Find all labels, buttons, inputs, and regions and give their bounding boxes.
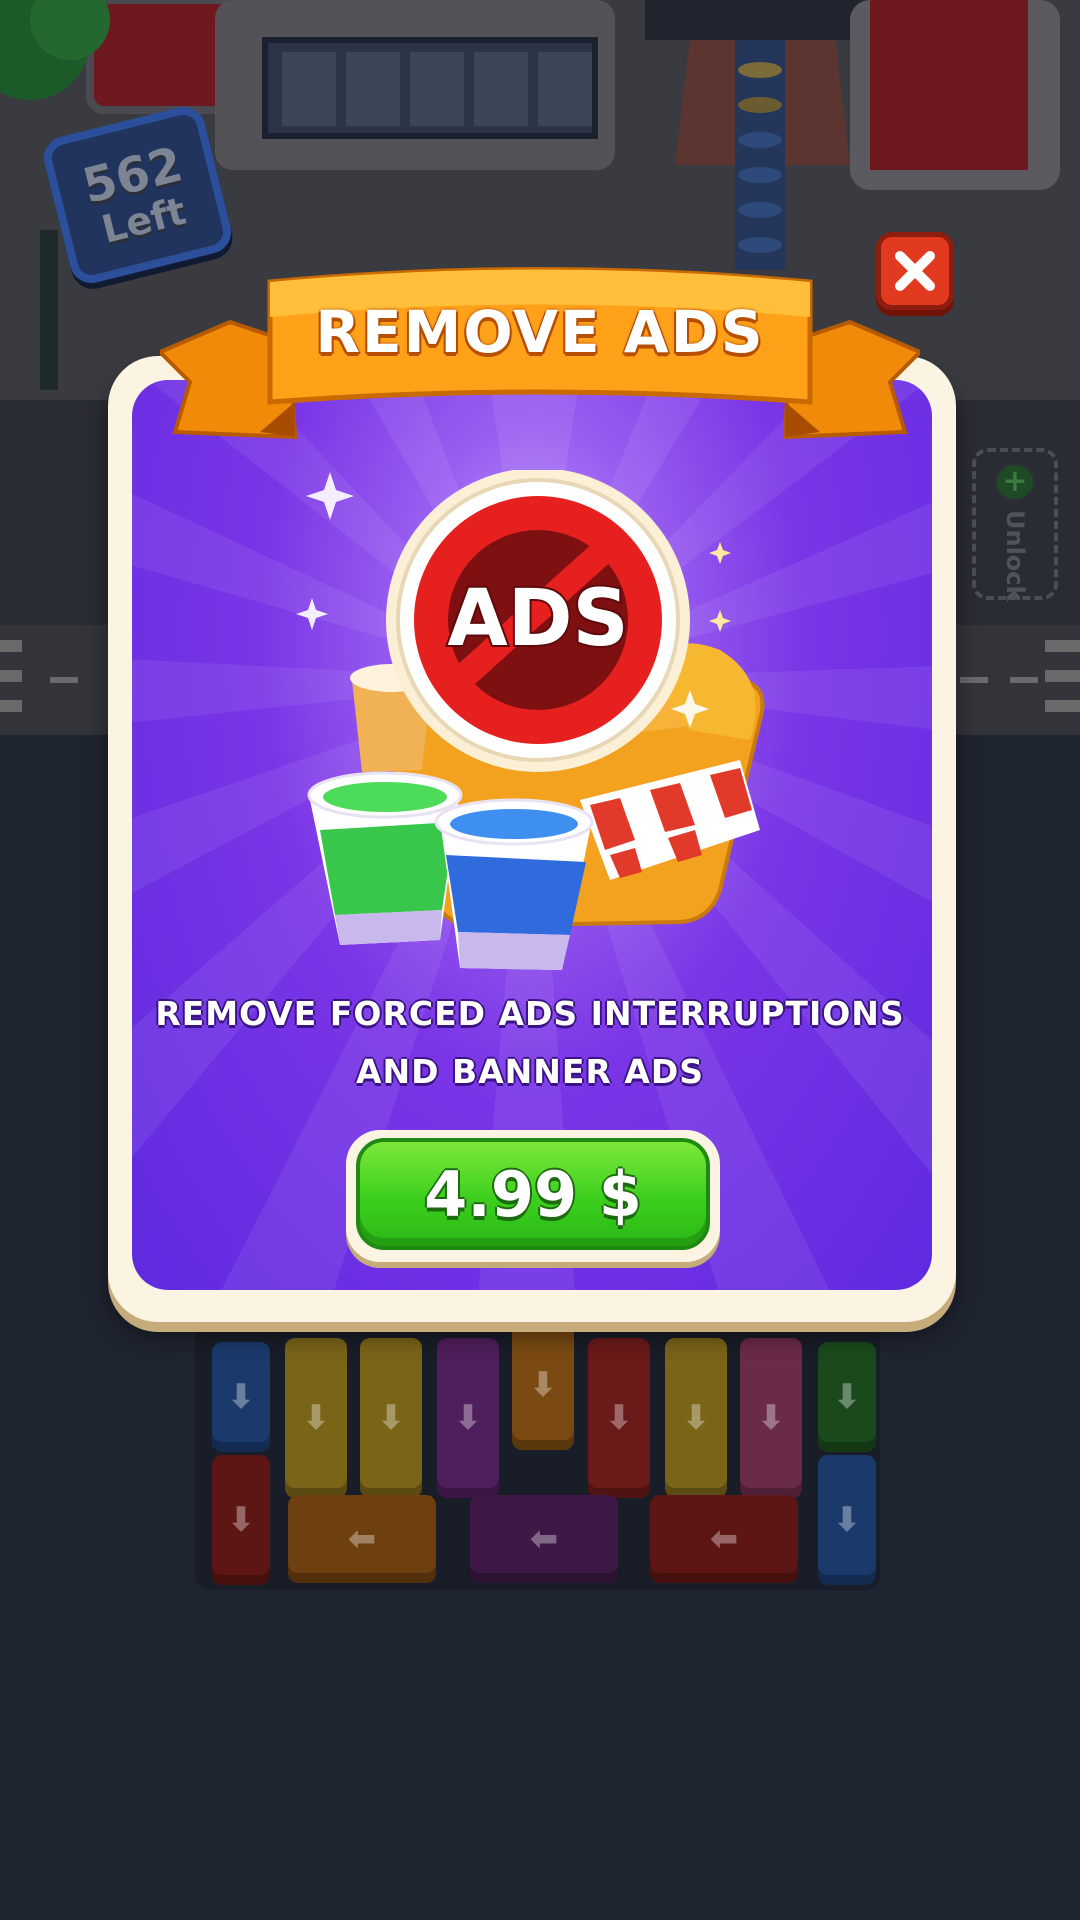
description-line-2: AND BANNER ADS (355, 1052, 705, 1091)
arrow-down-icon: ⬇ (453, 1398, 483, 1438)
price-button-frame: 4.99 $ (346, 1130, 720, 1262)
arrow-left-icon: ⬅ (347, 1519, 377, 1559)
arrow-left-icon: ⬅ (709, 1519, 739, 1559)
unlock-slot[interactable]: + Unlock (972, 448, 1058, 602)
car-block-yellow[interactable]: ⬇ (665, 1338, 727, 1498)
car-block-yellow[interactable]: ⬇ (285, 1338, 347, 1498)
ads-badge-text: ADS (447, 574, 628, 664)
arrow-down-icon: ⬇ (756, 1398, 786, 1438)
close-button[interactable] (876, 232, 954, 310)
car-block-red[interactable]: ⬇ (212, 1455, 270, 1585)
car-block-orange[interactable]: ⬅ (288, 1495, 436, 1583)
arrow-down-icon: ⬇ (376, 1398, 406, 1438)
car-block-pink[interactable]: ⬇ (740, 1338, 802, 1498)
unlock-label: Unlock (1001, 510, 1029, 602)
title-ribbon: REMOVE ADS (160, 262, 920, 452)
car-block-red[interactable]: ⬅ (650, 1495, 798, 1583)
car-block-orange[interactable]: ⬇ (512, 1320, 574, 1450)
dialog-description: REMOVE FORCED ADS INTERRUPTIONS AND BANN… (130, 985, 930, 1101)
car-block-blue[interactable]: ⬇ (818, 1455, 876, 1585)
no-ads-icon: ADS (386, 468, 690, 772)
car-block-blue[interactable]: ⬇ (212, 1342, 270, 1452)
arrow-down-icon: ⬇ (832, 1500, 862, 1540)
arrow-down-icon: ⬇ (301, 1398, 331, 1438)
car-block-green[interactable]: ⬇ (818, 1342, 876, 1452)
dialog-title: REMOVE ADS (315, 298, 765, 366)
purchase-button[interactable]: 4.99 $ (356, 1138, 710, 1250)
description-line-1: REMOVE FORCED ADS INTERRUPTIONS (155, 994, 905, 1033)
arrow-down-icon: ⬇ (226, 1377, 256, 1417)
arrow-down-icon: ⬇ (528, 1365, 558, 1405)
car-block-purple[interactable]: ⬅ (470, 1495, 618, 1583)
close-icon (895, 251, 935, 291)
arrow-down-icon: ⬇ (226, 1500, 256, 1540)
plus-icon: + (994, 462, 1036, 502)
car-block-purple[interactable]: ⬇ (437, 1338, 499, 1498)
arrow-left-icon: ⬅ (529, 1519, 559, 1559)
price-label: 4.99 $ (424, 1157, 642, 1231)
car-block-yellow[interactable]: ⬇ (360, 1338, 422, 1498)
arrow-down-icon: ⬇ (604, 1398, 634, 1438)
no-ads-illustration: ADS (290, 468, 790, 990)
arrow-down-icon: ⬇ (681, 1398, 711, 1438)
arrow-down-icon: ⬇ (832, 1377, 862, 1417)
car-block-red[interactable]: ⬇ (588, 1338, 650, 1498)
